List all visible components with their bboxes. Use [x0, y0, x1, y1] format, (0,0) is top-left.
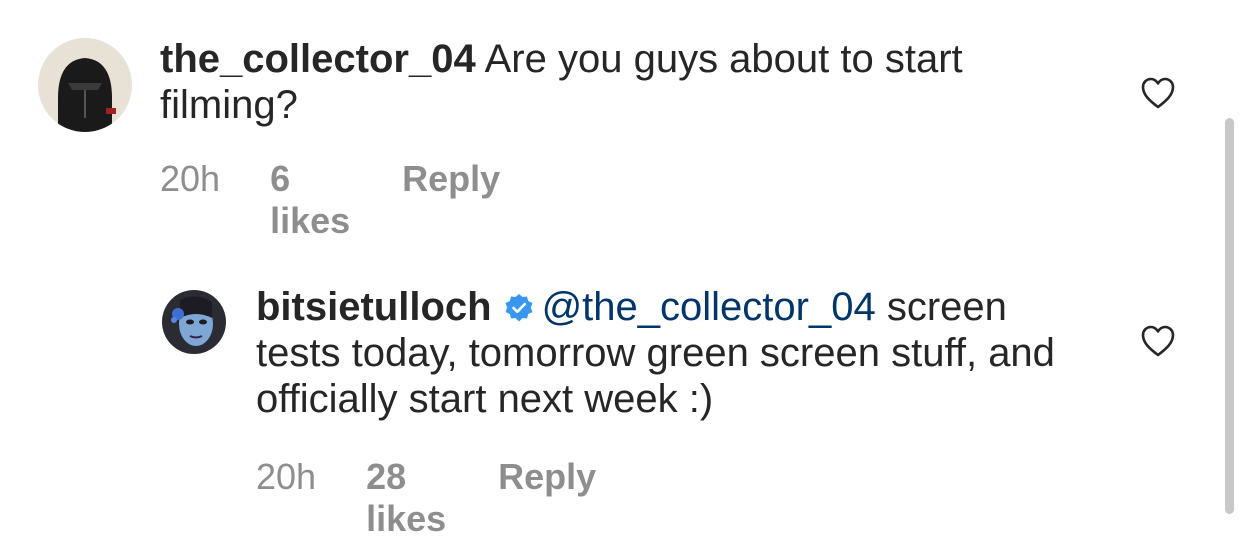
username[interactable]: bitsietulloch	[256, 285, 492, 329]
username[interactable]: the_collector_04	[160, 37, 476, 81]
heart-icon[interactable]	[1140, 76, 1176, 110]
mention-link[interactable]: @the_collector_04	[542, 285, 876, 329]
likes-count[interactable]: 6 likes	[270, 158, 350, 242]
avatar[interactable]	[38, 38, 132, 132]
avatar[interactable]	[162, 290, 226, 354]
comment-meta: 20h 28 likes Reply	[256, 456, 596, 540]
scrollbar[interactable]	[1225, 118, 1234, 514]
reply-button[interactable]: Reply	[402, 158, 500, 200]
timestamp: 20h	[160, 158, 221, 199]
timestamp: 20h	[256, 456, 317, 497]
comment-meta: 20h 6 likes Reply	[160, 158, 500, 242]
verified-badge-icon	[505, 294, 533, 322]
heart-icon[interactable]	[1140, 324, 1176, 358]
helmet-avatar-icon	[38, 38, 132, 132]
likes-count[interactable]: 28 likes	[366, 456, 446, 540]
reply-button[interactable]: Reply	[498, 456, 596, 498]
face-paint-avatar-icon	[162, 290, 226, 354]
